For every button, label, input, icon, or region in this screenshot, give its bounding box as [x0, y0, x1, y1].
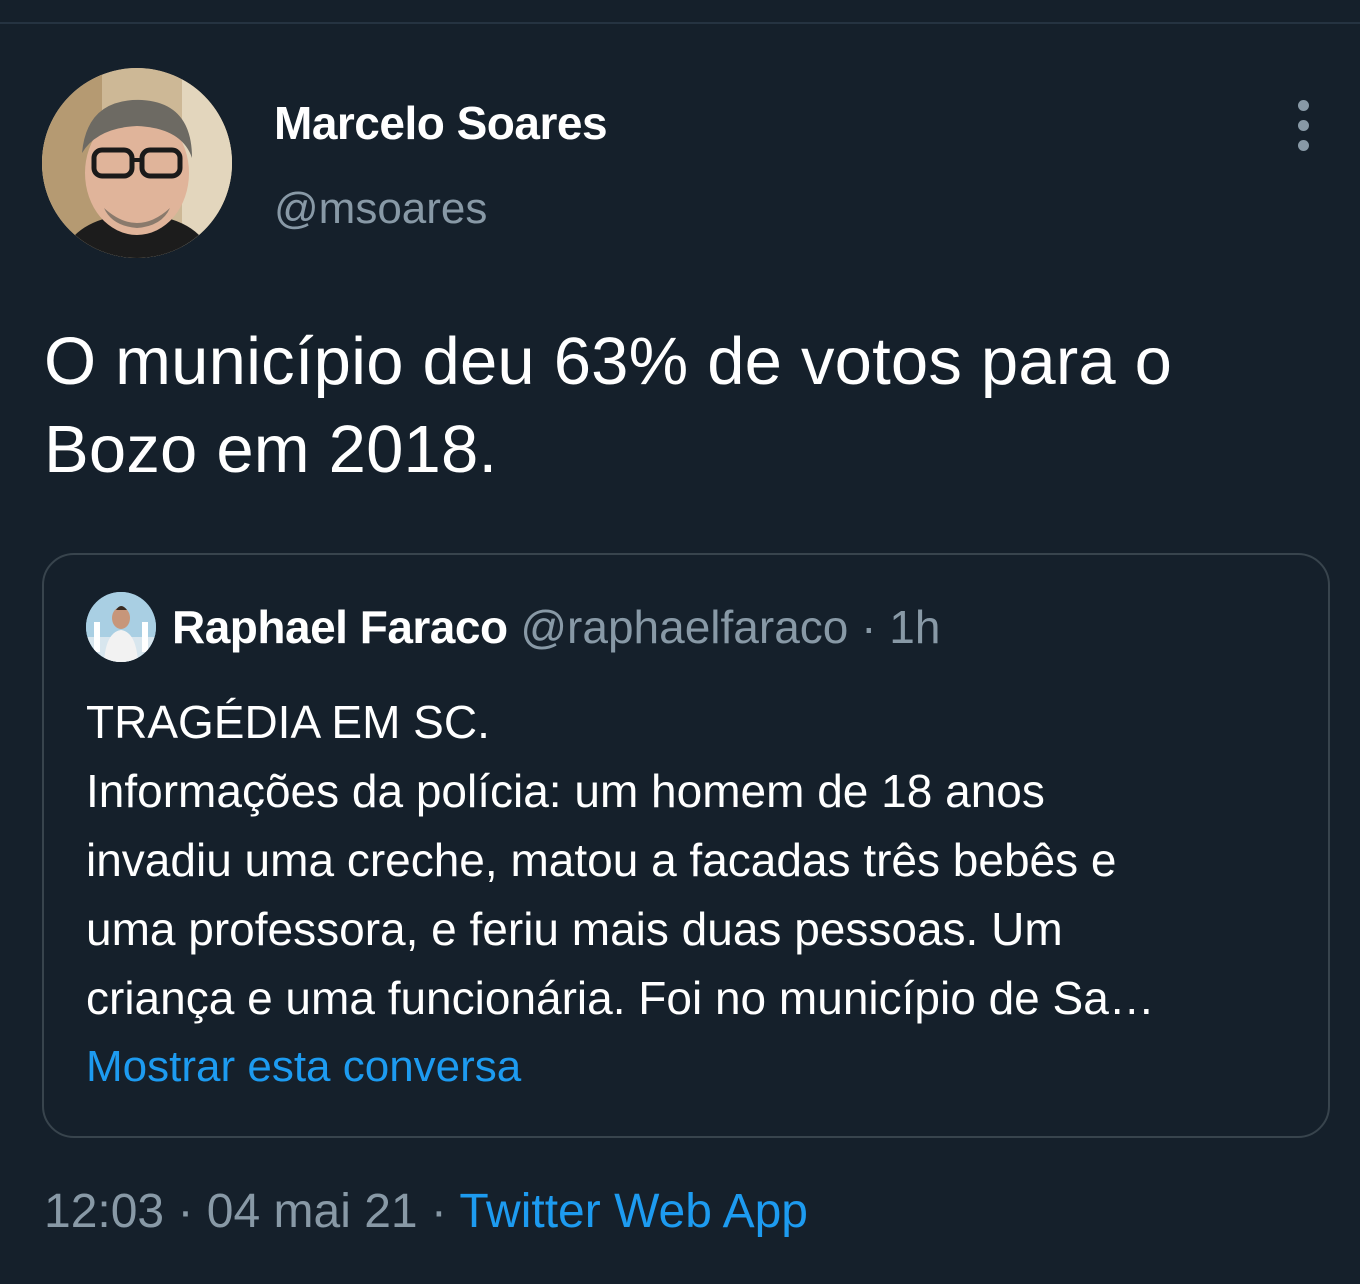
top-divider — [0, 22, 1360, 24]
tweet-date[interactable]: 04 mai 21 — [207, 1185, 418, 1238]
quoted-text-line: Informações da polícia: um homem de 18 a… — [86, 765, 1045, 817]
tweet-text-line: Bozo em 2018. — [44, 412, 498, 487]
author-avatar[interactable] — [42, 68, 232, 258]
quoted-tweet-time[interactable]: 1h — [889, 601, 940, 653]
quoted-text-line: criança e uma funcionária. Foi no municí… — [86, 972, 1155, 1024]
tweet-meta: 12:03 · 04 mai 21 · Twitter Web App — [44, 1184, 808, 1239]
user-avatar-photo-icon — [86, 592, 156, 662]
user-avatar-photo-icon — [42, 68, 232, 258]
meta-separator: · — [164, 1185, 207, 1238]
quoted-author-avatar[interactable] — [86, 592, 156, 662]
author-handle[interactable]: @msoares — [274, 184, 487, 234]
tweet-text-line: O município deu 63% de votos para o — [44, 324, 1173, 399]
quoted-author-display-name[interactable]: Raphael Faraco — [172, 601, 508, 653]
show-conversation-link[interactable]: Mostrar esta conversa — [86, 1042, 521, 1092]
quoted-author-handle[interactable]: @raphaelfaraco — [520, 601, 848, 653]
tweet-source-link[interactable]: Twitter Web App — [459, 1185, 808, 1238]
meta-separator: · — [417, 1185, 460, 1238]
author-display-name[interactable]: Marcelo Soares — [274, 96, 608, 150]
header-separator: · — [861, 601, 877, 653]
tweet-time[interactable]: 12:03 — [44, 1185, 164, 1238]
quoted-text-line: TRAGÉDIA EM SC. — [86, 696, 490, 748]
quoted-tweet-header: Raphael Faraco @raphaelfaraco · 1h — [172, 600, 940, 654]
quoted-text-line: uma professora, e feriu mais duas pessoa… — [86, 903, 1063, 955]
quoted-text-line: invadiu uma creche, matou a facadas três… — [86, 834, 1117, 886]
tweet-text: O município deu 63% de votos para o Bozo… — [44, 318, 1334, 494]
more-vertical-icon[interactable] — [1290, 100, 1318, 152]
quoted-tweet-text: TRAGÉDIA EM SC. Informações da polícia: … — [86, 688, 1306, 1033]
